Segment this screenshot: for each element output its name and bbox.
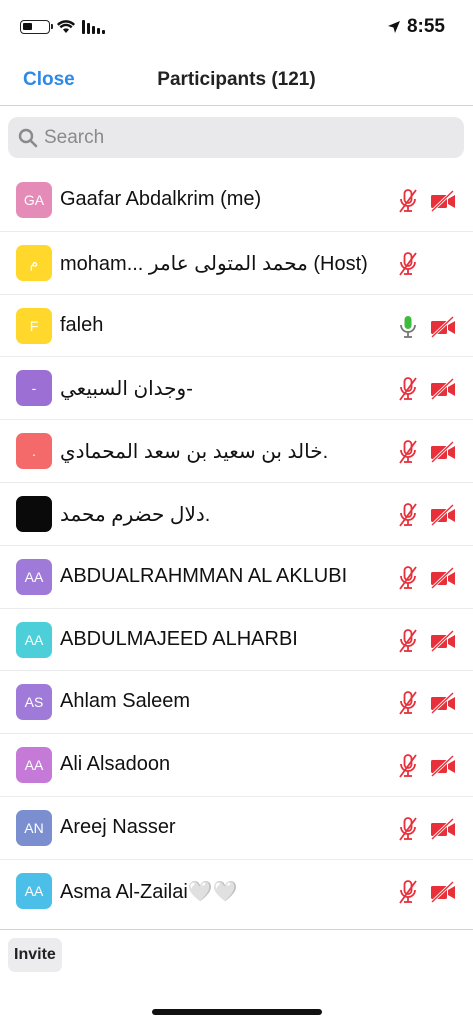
location-arrow-icon [387, 21, 400, 33]
participant-status-icons [396, 690, 456, 716]
mic-muted-icon [396, 502, 420, 528]
participant-row[interactable]: دلال حضرم محمد. [0, 483, 473, 546]
participant-status-icons [396, 376, 456, 402]
participant-name: moham... محمد المتولى عامر (Host) [60, 252, 368, 275]
avatar [16, 495, 52, 532]
avatar: AN [16, 809, 52, 846]
participant-row[interactable]: AS Ahlam Saleem [0, 671, 473, 735]
avatar: AS [16, 684, 52, 721]
status-right: 8:55 [387, 16, 445, 38]
participant-row[interactable]: AA ABDULMAJEED ALHARBI [0, 609, 473, 672]
participant-name: Gaafar Abdalkrim (me) [60, 188, 262, 210]
participant-name: Areej Nasser [60, 815, 176, 838]
mic-muted-icon [396, 251, 420, 277]
avatar: AA [16, 747, 52, 784]
video-off-icon [430, 753, 456, 779]
video-off-icon [430, 502, 456, 528]
mic-muted-icon [396, 690, 420, 716]
video-off-icon [430, 690, 456, 716]
video-off-icon [430, 439, 456, 465]
video-off-icon [430, 628, 456, 654]
participant-row[interactable]: AN Areej Nasser [0, 797, 473, 860]
avatar: - [16, 370, 52, 407]
participant-name: faleh [60, 313, 104, 336]
mic-active-icon [396, 314, 420, 340]
participant-name: خالد بن سعيد بن سعد المحمادي. [60, 441, 329, 464]
video-off-icon [430, 188, 456, 214]
divider [0, 929, 473, 930]
nav-bar: Close Participants (121) [0, 56, 473, 106]
participant-row[interactable]: AA ABDUALRAHMMAN AL AKLUBI [0, 546, 473, 609]
search-icon [18, 128, 38, 147]
participant-status-icons [396, 753, 456, 779]
participant-name: Ahlam Saleem [60, 690, 191, 713]
mic-muted-icon [396, 816, 420, 842]
participant-row[interactable]: AA Ali Alsadoon [0, 734, 473, 797]
avatar: GA [16, 182, 52, 218]
participant-status-icons [396, 816, 456, 842]
participant-name: دلال حضرم محمد. [60, 503, 211, 526]
mic-muted-icon [396, 188, 420, 214]
avatar: م [16, 244, 52, 281]
participant-status-icons [396, 879, 456, 905]
participant-row[interactable]: . خالد بن سعيد بن سعد المحمادي. [0, 420, 473, 483]
mic-muted-icon [396, 565, 420, 591]
participant-status-icons [396, 314, 456, 340]
signal-icon [82, 20, 105, 34]
participant-row[interactable]: Ffaleh [0, 295, 473, 358]
participant-name: وجدان السبيعي- [60, 378, 193, 401]
mic-muted-icon [396, 376, 420, 402]
participant-name: ABDULMAJEED ALHARBI [60, 627, 298, 650]
participant-status-icons [396, 628, 456, 654]
participant-name: Asma Al-Zailai🤍🤍 [60, 880, 238, 903]
participant-status-icons [396, 251, 456, 277]
video-off-icon [430, 879, 456, 905]
participant-status-icons [396, 439, 456, 465]
mic-muted-icon [396, 879, 420, 905]
participant-row[interactable]: AA Asma Al-Zailai🤍🤍 [0, 860, 473, 923]
search-placeholder: Search [44, 126, 105, 148]
participant-name: ABDUALRAHMMAN AL AKLUBI [60, 564, 348, 587]
video-off-icon [430, 376, 456, 402]
avatar: F [16, 307, 52, 344]
video-off-icon [430, 816, 456, 842]
mic-muted-icon [396, 439, 420, 465]
status-time: 8:55 [406, 16, 445, 37]
participant-list: GA Gaafar Abdalkrim (me) م moham... محمد ال… [0, 169, 473, 923]
mic-muted-icon [396, 753, 420, 779]
participant-name: Ali Alsadoon [60, 753, 171, 776]
invite-button[interactable]: Invite [8, 938, 62, 972]
page-title: Participants (121) [157, 69, 316, 90]
participant-status-icons [396, 565, 456, 591]
home-indicator[interactable] [152, 1009, 322, 1015]
participant-row[interactable]: م moham... محمد المتولى عامر (Host) [0, 232, 473, 295]
avatar: AA [16, 558, 52, 595]
search-input[interactable]: Search [8, 117, 464, 158]
participant-row[interactable]: GA Gaafar Abdalkrim (me) [0, 169, 473, 232]
wifi-icon [57, 20, 75, 33]
avatar: AA [16, 872, 52, 909]
mic-muted-icon [396, 628, 420, 654]
avatar: AA [16, 621, 52, 658]
participant-row[interactable]: - وجدان السبيعي- [0, 357, 473, 421]
battery-icon [20, 20, 53, 34]
participant-status-icons [396, 502, 456, 528]
status-left [20, 20, 105, 34]
video-off-icon [430, 314, 456, 340]
video-off-icon [430, 565, 456, 591]
avatar: . [16, 433, 52, 470]
status-bar: 8:55 [0, 0, 473, 56]
participant-status-icons [396, 188, 456, 214]
